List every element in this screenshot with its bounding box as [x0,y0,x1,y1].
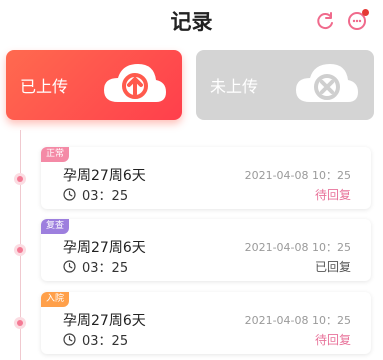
record-card[interactable]: 入院 孕周27周6天 03：25 2021-04-08 10：25 待回复 [41,292,371,354]
record-status: 待回复 [314,188,351,202]
record-date: 2021-04-08 10：25 [244,314,351,327]
record-card[interactable]: 正常 孕周27周6天 03：25 2021-04-08 10：25 待回复 [41,147,371,209]
record-title: 孕周27周6天 [63,240,146,256]
refresh-button[interactable] [314,10,336,32]
record-duration-value: 03：25 [82,261,129,276]
record-tag: 复查 [41,219,70,234]
record-status: 待回复 [314,333,351,347]
refresh-icon [317,12,333,30]
timeline-dot [14,244,26,256]
notification-dot [362,9,369,16]
timeline-dot [14,317,26,329]
timeline-dot [14,173,26,185]
not-uploaded-card[interactable]: 未上传 [196,50,374,120]
record-title: 孕周27周6天 [63,313,146,329]
record-title: 孕周27周6天 [63,168,146,184]
clock-icon [63,333,76,346]
record-duration: 03：25 [63,330,128,349]
uploaded-label: 已上传 [20,77,69,96]
uploaded-card[interactable]: 已上传 [6,50,182,120]
record-tag: 入院 [41,292,70,307]
record-duration-value: 03：25 [82,334,129,349]
record-tag: 正常 [41,147,70,162]
record-duration: 03：25 [63,257,128,276]
message-button[interactable] [346,9,369,32]
record-duration: 03：25 [63,185,128,204]
cloud-upload-icon [104,64,166,102]
clock-icon [63,260,76,273]
record-date: 2021-04-08 10：25 [244,169,351,182]
record-card[interactable]: 复查 孕周27周6天 03：25 2021-04-08 10：25 已回复 [41,219,371,281]
not-uploaded-label: 未上传 [210,77,259,96]
record-status: 已回复 [314,260,351,274]
record-duration-value: 03：25 [82,189,129,204]
cloud-cancel-icon [296,64,358,102]
clock-icon [63,188,76,201]
record-date: 2021-04-08 10：25 [244,241,351,254]
